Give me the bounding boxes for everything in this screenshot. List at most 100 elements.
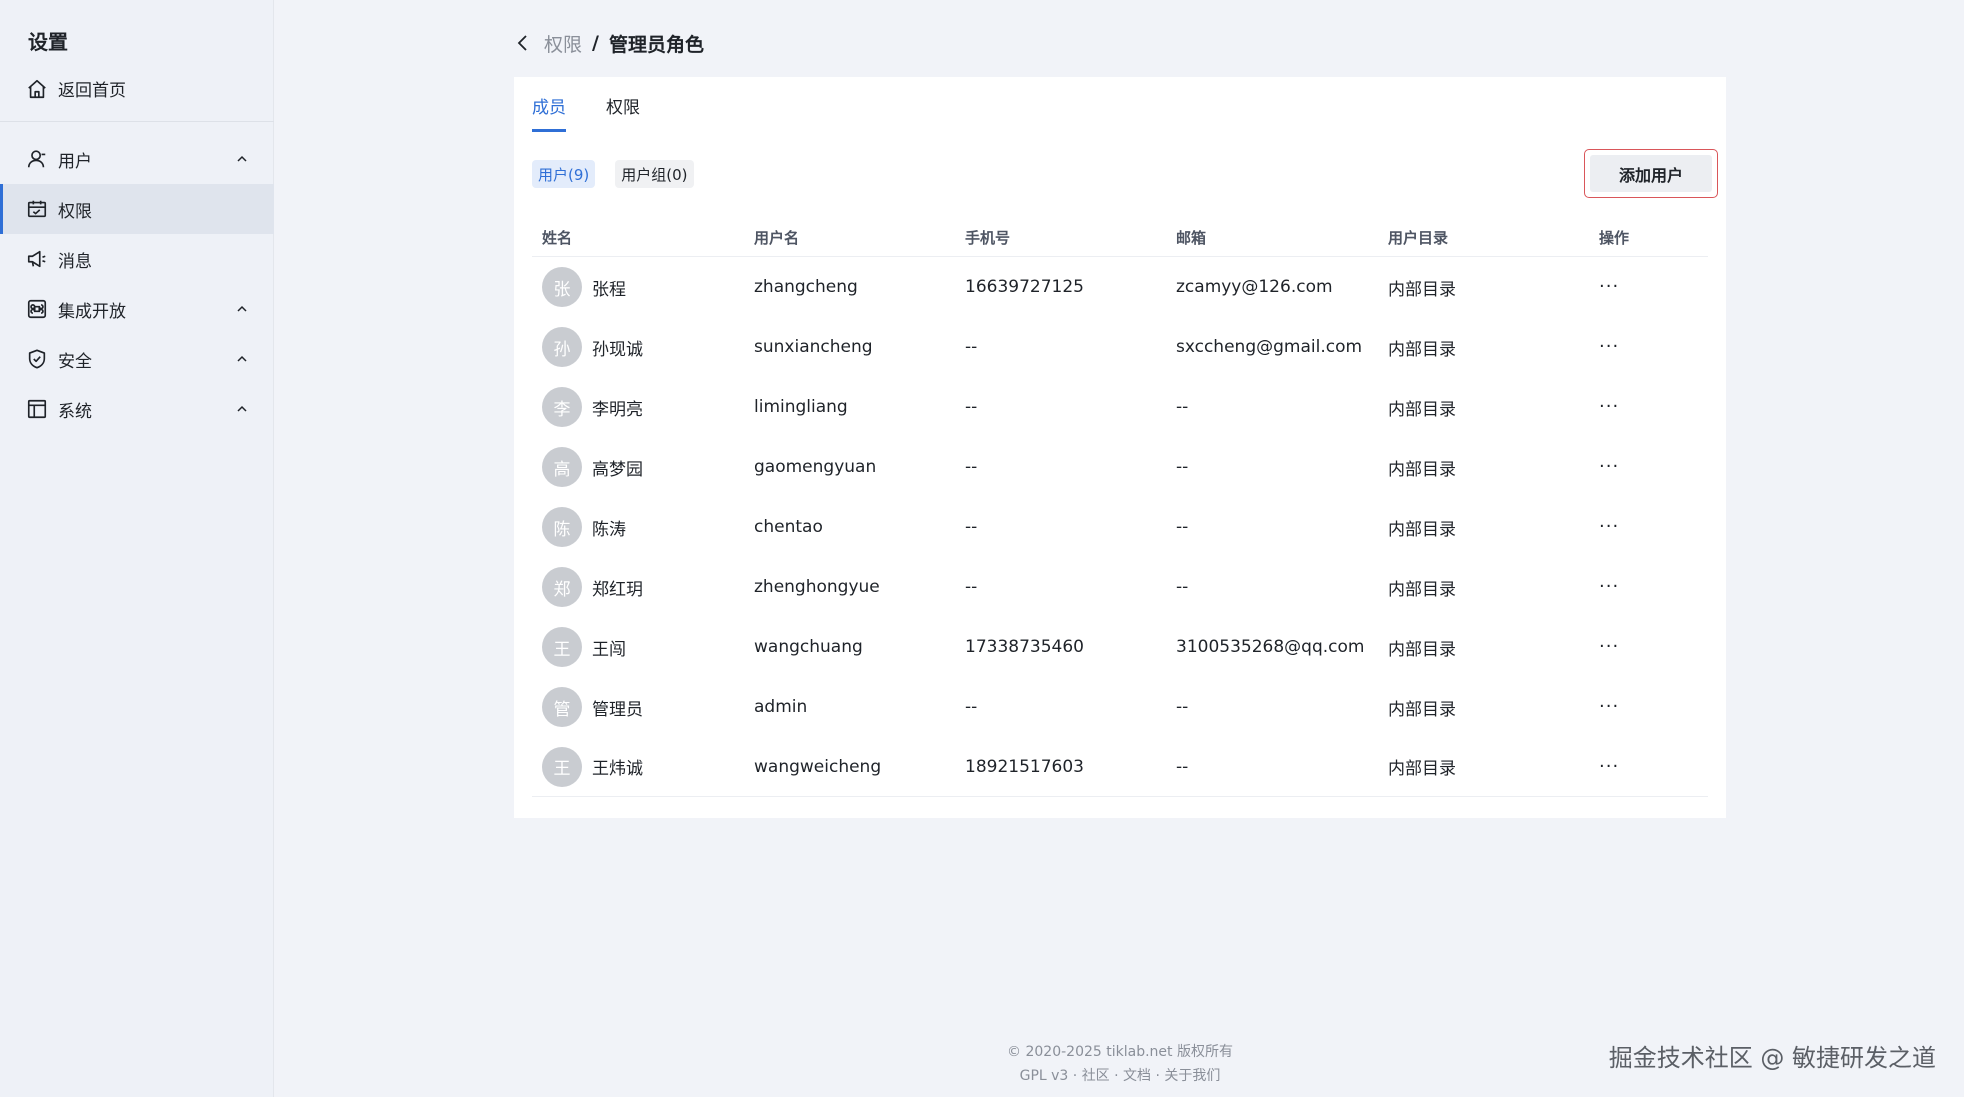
calendar-check-icon bbox=[26, 198, 48, 220]
avatar: 郑 bbox=[542, 567, 582, 607]
cell-username: wangchuang bbox=[754, 637, 863, 657]
cell-email: -- bbox=[1176, 397, 1189, 417]
cell-username: zhangcheng bbox=[754, 277, 858, 297]
footer-license-link[interactable]: GPL v3 bbox=[1020, 1068, 1069, 1084]
filter-user-groups[interactable]: 用户组(0) bbox=[615, 160, 694, 188]
breadcrumb-separator: / bbox=[592, 32, 599, 54]
back-arrow-icon[interactable] bbox=[512, 32, 534, 54]
cell-directory: 内部目录 bbox=[1388, 699, 1456, 720]
more-actions-icon[interactable]: ··· bbox=[1599, 576, 1619, 597]
chevron-up-icon[interactable] bbox=[234, 351, 250, 367]
add-user-button[interactable]: 添加用户 bbox=[1590, 155, 1712, 192]
table-row: 张张程 zhangcheng 16639727125 zcamyy@126.co… bbox=[532, 257, 1708, 317]
chevron-up-icon[interactable] bbox=[234, 401, 250, 417]
watermark: 掘金技术社区 @ 敏捷研发之道 bbox=[1608, 1044, 1936, 1072]
cell-phone: -- bbox=[965, 577, 978, 597]
sidebar-item-security[interactable]: 安全 bbox=[0, 334, 274, 384]
table-row: 陈陈涛 chentao -- -- 内部目录 ··· bbox=[532, 497, 1708, 557]
tab-permissions[interactable]: 权限 bbox=[606, 93, 640, 132]
footer-separator: · bbox=[1072, 1068, 1078, 1084]
cell-directory: 内部目录 bbox=[1388, 759, 1456, 779]
cell-username: sunxiancheng bbox=[754, 337, 873, 357]
cell-phone: -- bbox=[965, 457, 978, 477]
members-table: 姓名 用户名 手机号 邮箱 用户目录 操作 张张程 zhangcheng 166… bbox=[532, 219, 1708, 797]
cell-username: zhenghongyue bbox=[754, 577, 880, 597]
more-actions-icon[interactable]: ··· bbox=[1599, 276, 1619, 297]
footer-copyright: © 2020-2025 tiklab.net 版权所有 bbox=[1007, 1044, 1233, 1060]
more-actions-icon[interactable]: ··· bbox=[1599, 516, 1619, 537]
sidebar-item-integration[interactable]: 集成开放 bbox=[0, 284, 274, 334]
avatar: 李 bbox=[542, 387, 582, 427]
sidebar-item-label: 集成开放 bbox=[58, 301, 126, 322]
cell-username: admin bbox=[754, 697, 808, 717]
sidebar-item-users[interactable]: 用户 bbox=[0, 134, 274, 184]
more-actions-icon[interactable]: ··· bbox=[1599, 756, 1619, 777]
cell-email: -- bbox=[1176, 457, 1189, 477]
sidebar-item-label: 系统 bbox=[58, 401, 92, 422]
tab-bar: 成员 权限 bbox=[532, 93, 640, 132]
command-icon bbox=[26, 298, 48, 320]
table-row: 王王炜诚 wangweicheng 18921517603 -- 内部目录 ··… bbox=[532, 737, 1708, 797]
more-actions-icon[interactable]: ··· bbox=[1599, 456, 1619, 477]
cell-name: 陈涛 bbox=[592, 519, 626, 540]
chevron-up-icon[interactable] bbox=[234, 151, 250, 167]
cell-name: 王炜诚 bbox=[592, 759, 643, 779]
avatar: 高 bbox=[542, 447, 582, 487]
cell-name: 管理员 bbox=[592, 699, 643, 720]
more-actions-icon[interactable]: ··· bbox=[1599, 336, 1619, 357]
add-user-button-frame: 添加用户 bbox=[1584, 149, 1718, 198]
more-actions-icon[interactable]: ··· bbox=[1599, 636, 1619, 657]
home-link-label: 返回首页 bbox=[58, 81, 126, 101]
cell-directory: 内部目录 bbox=[1388, 339, 1456, 360]
sidebar-item-messages[interactable]: 消息 bbox=[0, 234, 274, 284]
filter-chips: 用户(9) 用户组(0) bbox=[532, 160, 694, 188]
sidebar-item-label: 用户 bbox=[58, 151, 92, 172]
header-phone: 手机号 bbox=[965, 229, 1011, 247]
cell-phone: -- bbox=[965, 337, 978, 357]
cell-email: sxccheng@gmail.com bbox=[1176, 337, 1363, 357]
footer-about-link[interactable]: 关于我们 bbox=[1164, 1068, 1220, 1084]
avatar: 陈 bbox=[542, 507, 582, 547]
home-icon bbox=[26, 78, 48, 100]
avatar: 孙 bbox=[542, 327, 582, 367]
avatar: 王 bbox=[542, 627, 582, 667]
footer: © 2020-2025 tiklab.net 版权所有 GPL v3 · 社区 … bbox=[970, 1040, 1270, 1088]
sidebar-item-permissions[interactable]: 权限 bbox=[0, 184, 274, 234]
megaphone-icon bbox=[26, 248, 48, 270]
footer-separator: · bbox=[1114, 1068, 1119, 1084]
cell-email: 3100535268@qq.com bbox=[1176, 637, 1365, 657]
cell-email: -- bbox=[1176, 517, 1189, 537]
header-username: 用户名 bbox=[754, 229, 800, 247]
cell-username: wangweicheng bbox=[754, 756, 882, 777]
home-link[interactable]: 返回首页 bbox=[26, 76, 126, 101]
sidebar-item-system[interactable]: 系统 bbox=[0, 384, 274, 434]
cell-email: zcamyy@126.com bbox=[1176, 277, 1333, 297]
cell-directory: 内部目录 bbox=[1388, 519, 1456, 540]
sidebar: 设置 返回首页 用户 权限 消息 集成开放 安全 系统 bbox=[0, 0, 274, 1097]
more-actions-icon[interactable]: ··· bbox=[1599, 696, 1619, 717]
chevron-up-icon[interactable] bbox=[234, 301, 250, 317]
breadcrumb-parent[interactable]: 权限 bbox=[544, 30, 582, 57]
sidebar-item-label: 权限 bbox=[58, 201, 92, 222]
more-actions-icon[interactable]: ··· bbox=[1599, 396, 1619, 417]
sidebar-item-label: 安全 bbox=[58, 351, 92, 372]
cell-phone: 18921517603 bbox=[965, 756, 1084, 777]
cell-directory: 内部目录 bbox=[1388, 399, 1456, 420]
cell-directory: 内部目录 bbox=[1388, 639, 1456, 660]
sidebar-divider bbox=[0, 121, 274, 122]
cell-phone: -- bbox=[965, 517, 978, 537]
tab-members[interactable]: 成员 bbox=[532, 93, 566, 132]
cell-username: limingliang bbox=[754, 397, 848, 417]
cell-email: -- bbox=[1176, 756, 1189, 777]
footer-docs-link[interactable]: 文档 bbox=[1123, 1068, 1151, 1084]
table-row: 郑郑红玥 zhenghongyue -- -- 内部目录 ··· bbox=[532, 557, 1708, 617]
cell-directory: 内部目录 bbox=[1388, 459, 1456, 480]
cell-directory: 内部目录 bbox=[1388, 579, 1456, 600]
cell-username: gaomengyuan bbox=[754, 457, 877, 477]
filter-users[interactable]: 用户(9) bbox=[532, 160, 596, 188]
cell-name: 高梦园 bbox=[592, 459, 643, 480]
avatar: 王 bbox=[542, 746, 582, 787]
cell-phone: 17338735460 bbox=[965, 637, 1084, 657]
footer-community-link[interactable]: 社区 bbox=[1082, 1068, 1110, 1084]
avatar: 张 bbox=[542, 267, 582, 307]
